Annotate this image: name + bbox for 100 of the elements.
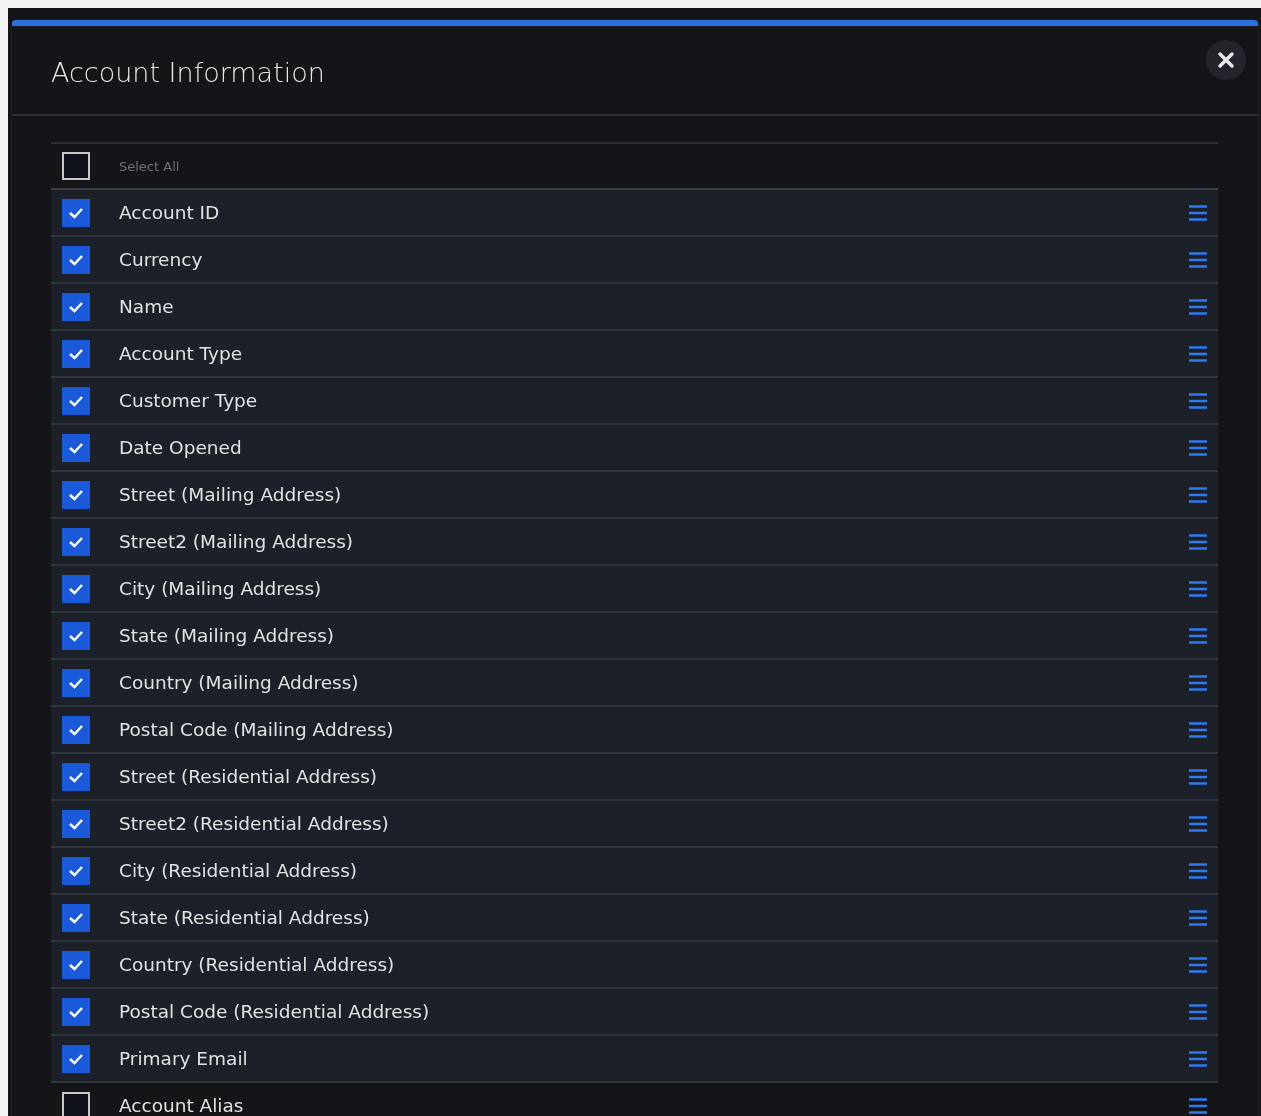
check-icon: [68, 817, 84, 830]
check-icon: [68, 958, 84, 971]
drag-handle-icon[interactable]: [1188, 203, 1208, 222]
field-label: Currency: [119, 249, 204, 270]
checkbox[interactable]: [62, 527, 90, 556]
check-icon: [68, 864, 84, 877]
field-row[interactable]: Customer Type: [51, 378, 1218, 425]
field-label: Street2 (Residential Address): [119, 813, 390, 834]
checkbox[interactable]: [62, 574, 90, 603]
field-row[interactable]: Name: [51, 284, 1218, 331]
check-icon: [68, 300, 84, 313]
checkbox[interactable]: [62, 1044, 90, 1073]
field-label: Country (Residential Address): [119, 954, 396, 975]
field-label: Street2 (Mailing Address): [119, 531, 355, 552]
field-row[interactable]: Currency: [51, 237, 1218, 284]
field-row[interactable]: Street2 (Mailing Address): [51, 519, 1218, 566]
checkbox[interactable]: [62, 480, 90, 509]
check-icon: [68, 441, 84, 454]
drag-handle-icon[interactable]: [1188, 1096, 1208, 1115]
checkbox[interactable]: [62, 152, 90, 180]
drag-handle-icon[interactable]: [1188, 626, 1208, 645]
checkbox[interactable]: [62, 950, 90, 979]
drag-handle-icon[interactable]: [1188, 297, 1208, 316]
checkbox[interactable]: [62, 903, 90, 932]
field-label: Postal Code (Mailing Address): [119, 719, 395, 740]
close-button[interactable]: [1206, 40, 1246, 80]
drag-handle-icon[interactable]: [1188, 908, 1208, 927]
drag-handle-icon[interactable]: [1188, 1002, 1208, 1021]
field-label: City (Residential Address): [119, 860, 359, 881]
checkbox[interactable]: [62, 386, 90, 415]
drag-handle-icon[interactable]: [1188, 1049, 1208, 1068]
field-row[interactable]: Date Opened: [51, 425, 1218, 472]
field-label: Date Opened: [119, 437, 243, 458]
field-label: State (Residential Address): [119, 907, 371, 928]
check-icon: [68, 347, 84, 360]
field-row[interactable]: Postal Code (Mailing Address): [51, 707, 1218, 754]
checkbox[interactable]: [62, 856, 90, 885]
checkbox[interactable]: [62, 339, 90, 368]
checkbox[interactable]: [62, 1091, 90, 1116]
field-row[interactable]: State (Mailing Address): [51, 613, 1218, 660]
check-icon: [68, 206, 84, 219]
drag-handle-icon[interactable]: [1188, 814, 1208, 833]
checkbox[interactable]: [62, 245, 90, 274]
dialog-title: Account Information: [51, 56, 325, 88]
check-icon: [68, 488, 84, 501]
drag-handle-icon[interactable]: [1188, 485, 1208, 504]
drag-handle-icon[interactable]: [1188, 861, 1208, 880]
drag-handle-icon[interactable]: [1188, 391, 1208, 410]
checkbox[interactable]: [62, 292, 90, 321]
check-icon: [68, 1005, 84, 1018]
checkbox[interactable]: [62, 621, 90, 650]
field-row[interactable]: Street (Mailing Address): [51, 472, 1218, 519]
checkbox[interactable]: [62, 715, 90, 744]
field-row[interactable]: Street (Residential Address): [51, 754, 1218, 801]
drag-handle-icon[interactable]: [1188, 720, 1208, 739]
field-row[interactable]: State (Residential Address): [51, 895, 1218, 942]
drag-handle-icon[interactable]: [1188, 673, 1208, 692]
drag-handle-icon[interactable]: [1188, 955, 1208, 974]
field-label: Primary Email: [119, 1048, 249, 1069]
drag-handle-icon[interactable]: [1188, 344, 1208, 363]
field-label: Street (Residential Address): [119, 766, 378, 787]
checkbox[interactable]: [62, 762, 90, 791]
check-icon: [68, 676, 84, 689]
field-row[interactable]: City (Mailing Address): [51, 566, 1218, 613]
drag-handle-icon[interactable]: [1188, 438, 1208, 457]
checkbox[interactable]: [62, 809, 90, 838]
drag-handle-icon[interactable]: [1188, 579, 1208, 598]
field-label: Account Type: [119, 343, 244, 364]
field-label: Name: [119, 296, 175, 317]
field-label: Account ID: [119, 202, 221, 223]
field-label: State (Mailing Address): [119, 625, 336, 646]
field-row[interactable]: Street2 (Residential Address): [51, 801, 1218, 848]
field-label: Postal Code (Residential Address): [119, 1001, 431, 1022]
field-row[interactable]: Account Type: [51, 331, 1218, 378]
field-row[interactable]: Primary Email: [51, 1036, 1218, 1083]
field-label: Street (Mailing Address): [119, 484, 343, 505]
close-icon: [1217, 51, 1235, 69]
check-icon: [68, 253, 84, 266]
check-icon: [68, 723, 84, 736]
checkbox[interactable]: [62, 668, 90, 697]
check-icon: [68, 394, 84, 407]
select-all-label: Select All: [119, 158, 181, 174]
check-icon: [68, 582, 84, 595]
check-icon: [68, 770, 84, 783]
field-label: Country (Mailing Address): [119, 672, 360, 693]
check-icon: [68, 535, 84, 548]
drag-handle-icon[interactable]: [1188, 250, 1208, 269]
drag-handle-icon[interactable]: [1188, 767, 1208, 786]
checkbox[interactable]: [62, 198, 90, 227]
field-row[interactable]: Postal Code (Residential Address): [51, 989, 1218, 1036]
check-icon: [68, 629, 84, 642]
field-label: Account Alias: [119, 1095, 245, 1116]
field-row[interactable]: Country (Mailing Address): [51, 660, 1218, 707]
checkbox[interactable]: [62, 433, 90, 462]
field-row[interactable]: Country (Residential Address): [51, 942, 1218, 989]
checkbox[interactable]: [62, 997, 90, 1026]
drag-handle-icon[interactable]: [1188, 532, 1208, 551]
field-row[interactable]: City (Residential Address): [51, 848, 1218, 895]
check-icon: [68, 1052, 84, 1065]
field-row[interactable]: Account ID: [51, 190, 1218, 237]
